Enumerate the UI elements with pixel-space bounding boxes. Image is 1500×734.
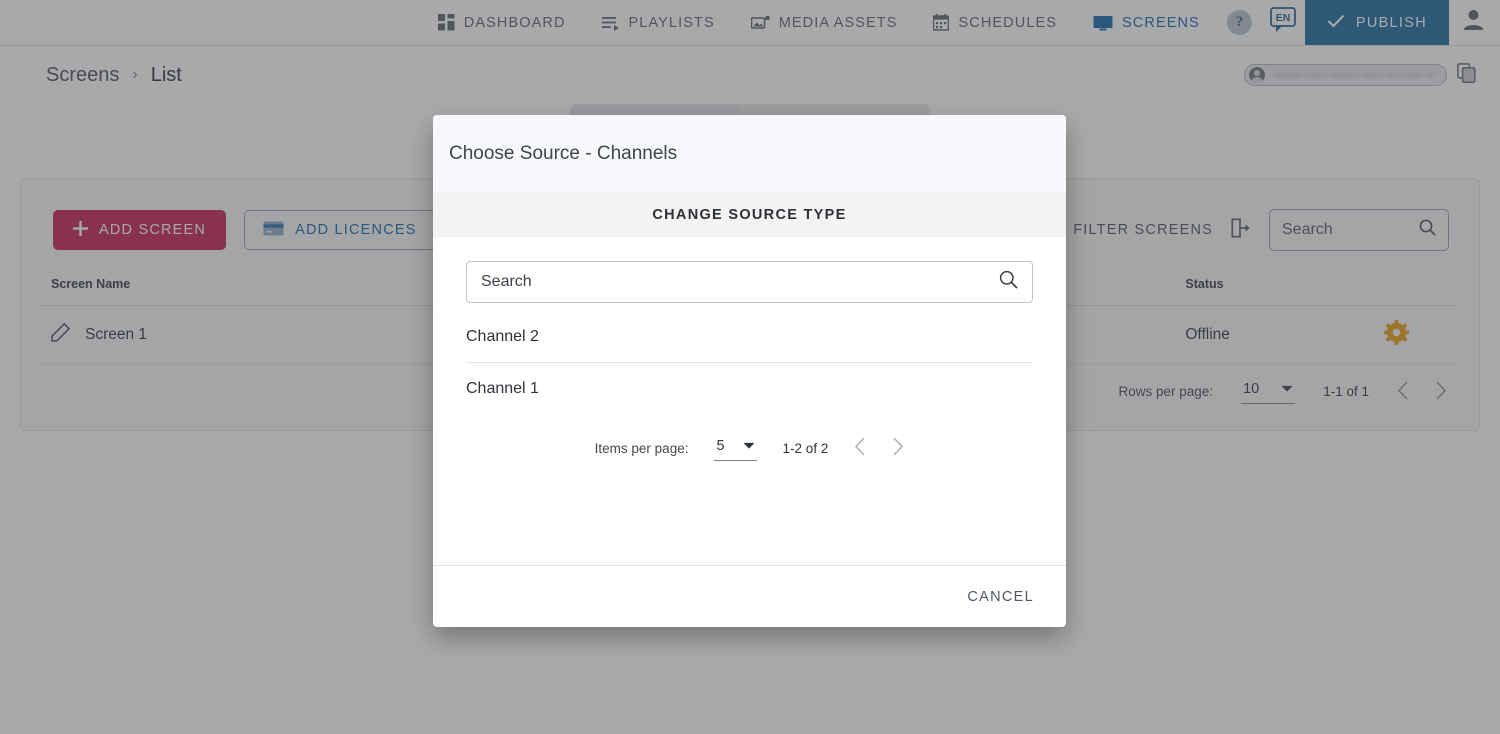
items-per-page-label: Items per page: xyxy=(595,441,689,456)
items-per-page-value: 5 xyxy=(716,438,724,454)
channel-option-list: Channel 2 Channel 1 xyxy=(466,312,1033,414)
dialog-footer: CANCEL xyxy=(433,565,1066,627)
dialog-paginator: Items per page: 5 1-2 of 2 xyxy=(466,414,1033,475)
next-page-icon[interactable] xyxy=(892,437,904,461)
items-range-label: 1-2 of 2 xyxy=(783,441,829,456)
channel-option-label: Channel 2 xyxy=(466,328,539,346)
channel-option-label: Channel 1 xyxy=(466,380,539,398)
change-source-type-button[interactable]: CHANGE SOURCE TYPE xyxy=(433,193,1066,237)
app-root: DASHBOARD PLAYLISTS MEDIA ASSETS SCHEDUL… xyxy=(0,0,1500,734)
dialog-search-box[interactable] xyxy=(466,261,1033,303)
dialog-search-input[interactable] xyxy=(481,273,999,291)
dialog-header: Choose Source - Channels xyxy=(433,115,1066,193)
list-item[interactable]: Channel 2 xyxy=(466,312,1033,363)
dialog-pager-arrows xyxy=(854,437,904,461)
cancel-button[interactable]: CANCEL xyxy=(961,581,1040,613)
change-source-type-label: CHANGE SOURCE TYPE xyxy=(652,207,846,223)
chevron-down-icon xyxy=(743,438,755,454)
items-per-page-select[interactable]: 5 xyxy=(714,436,756,461)
choose-source-dialog: Choose Source - Channels CHANGE SOURCE T… xyxy=(433,115,1066,627)
search-icon xyxy=(999,270,1018,294)
previous-page-icon[interactable] xyxy=(854,437,866,461)
dialog-title: Choose Source - Channels xyxy=(449,143,677,165)
list-item[interactable]: Channel 1 xyxy=(466,363,1033,414)
dialog-body: Channel 2 Channel 1 Items per page: 5 1-… xyxy=(433,237,1066,565)
